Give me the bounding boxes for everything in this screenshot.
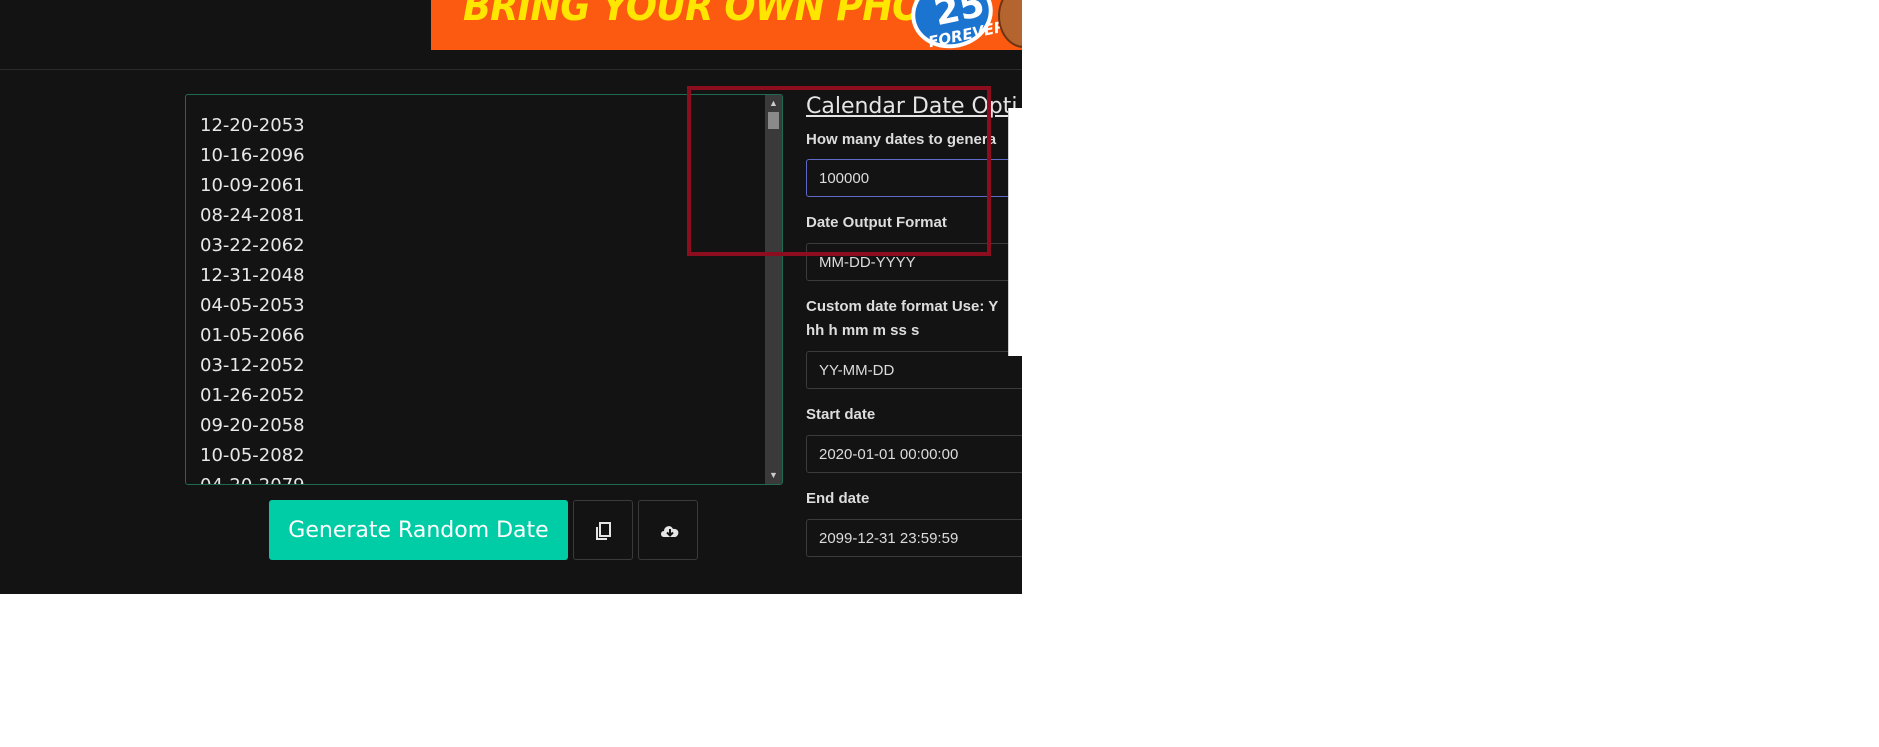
date-list-item: 03-22-2062 <box>200 235 305 256</box>
date-list-item: 12-20-2053 <box>200 115 305 136</box>
dropdown-popup-edge <box>1008 108 1022 356</box>
custom-format-label-line1: Custom date format Use: Y <box>806 298 999 315</box>
date-list-item: 10-16-2096 <box>200 145 305 166</box>
page-viewport: BRING YOUR OWN PHONE 25 FOREVER 12-20-20… <box>0 0 1022 594</box>
ad-mascot-image <box>998 0 1022 48</box>
custom-format-label-line2: hh h mm m ss s <box>806 322 920 339</box>
ad-badge: 25 FOREVER <box>904 0 1007 50</box>
date-list-item: 01-26-2052 <box>200 385 305 406</box>
date-list-item: 09-20-2058 <box>200 415 305 436</box>
copy-button[interactable] <box>573 500 633 560</box>
top-bar: BRING YOUR OWN PHONE 25 FOREVER <box>0 0 1022 70</box>
download-button[interactable] <box>638 500 698 560</box>
date-list-item: 12-31-2048 <box>200 265 305 286</box>
ad-headline: BRING YOUR OWN PHONE <box>463 0 978 30</box>
date-list-item: 08-24-2081 <box>200 205 305 226</box>
end-date-input[interactable]: 2099-12-31 23:59:59 <box>806 519 1022 557</box>
custom-format-input[interactable]: YY-MM-DD <box>806 351 1022 389</box>
scroll-down-arrow-icon[interactable]: ▼ <box>765 467 782 484</box>
highlight-annotation-box <box>687 86 991 256</box>
date-list-item: 10-05-2082 <box>200 445 305 466</box>
date-list: 12-20-2053 10-16-2096 10-09-2061 08-24-2081… <box>200 111 305 484</box>
end-date-label: End date <box>806 490 870 507</box>
date-list-item: 04-05-2053 <box>200 295 305 316</box>
date-list-item: 04-20-2079 <box>200 471 305 484</box>
start-date-label: Start date <box>806 406 876 423</box>
ad-badge-inner: 25 FOREVER <box>909 0 1007 50</box>
start-date-input[interactable]: 2020-01-01 00:00:00 <box>806 435 1022 473</box>
cloud-download-icon <box>661 526 679 537</box>
ad-banner[interactable]: BRING YOUR OWN PHONE 25 FOREVER <box>431 0 1022 50</box>
date-list-item: 01-05-2066 <box>200 325 305 346</box>
date-list-item: 10-09-2061 <box>200 175 305 196</box>
generate-random-date-button[interactable]: Generate Random Date <box>269 500 568 560</box>
date-list-item: 03-12-2052 <box>200 355 305 376</box>
copy-icon <box>596 522 611 540</box>
